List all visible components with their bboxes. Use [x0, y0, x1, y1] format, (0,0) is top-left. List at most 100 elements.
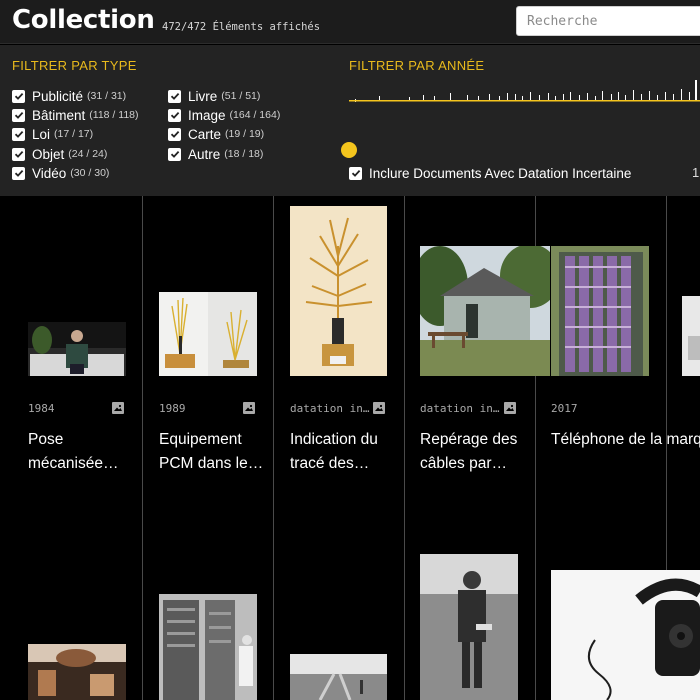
card-date: 1989	[159, 402, 186, 415]
top-bar: Collection 472/472 Éléments affichés	[0, 0, 700, 44]
filter-type-batiment[interactable]: Bâtiment (118 / 118)	[12, 107, 139, 123]
histogram-graphic	[349, 80, 700, 102]
card-title-line: Repérage des	[420, 431, 518, 448]
image-icon	[373, 402, 385, 414]
filter-type-label: Carte	[188, 126, 222, 142]
filter-type-label: Loi	[32, 126, 51, 142]
card-thumbnail[interactable]	[420, 246, 550, 376]
card-date: datation in…	[290, 402, 370, 415]
filter-type-objet[interactable]: Objet (24 / 24)	[12, 146, 107, 162]
year-filter-heading: FILTRER PAR ANNÉE	[349, 58, 485, 73]
card-thumbnail[interactable]	[290, 654, 387, 700]
card-date: 2017	[551, 402, 578, 415]
filter-type-count: (18 / 18)	[224, 148, 264, 160]
filter-type-image[interactable]: Image (164 / 164)	[168, 107, 280, 123]
year-range-end: 1	[692, 165, 700, 180]
image-icon	[112, 402, 124, 414]
thumbnail-image	[28, 322, 126, 376]
checkbox[interactable]	[349, 166, 362, 180]
filter-type-video[interactable]: Vidéo (30 / 30)	[12, 165, 109, 181]
card-title-line: PCM dans le…	[159, 455, 264, 472]
card-thumbnail[interactable]	[28, 322, 126, 376]
checkbox[interactable]	[168, 147, 181, 161]
checkbox[interactable]	[12, 166, 25, 180]
year-range-handle[interactable]	[341, 142, 357, 158]
check-icon	[14, 111, 23, 119]
card-title[interactable]: Pose mécanisée…	[28, 428, 146, 476]
thumbnail-image	[290, 206, 387, 376]
card-thumbnail[interactable]	[551, 246, 649, 376]
card-thumbnail[interactable]	[159, 292, 257, 376]
checkbox[interactable]	[12, 127, 25, 141]
card-date: datation in…	[420, 402, 500, 415]
checkbox[interactable]	[168, 127, 181, 141]
card-title-line: tracé des…	[290, 455, 370, 472]
checkbox[interactable]	[12, 108, 25, 122]
thumbnail-image	[420, 554, 518, 700]
filter-type-publicite[interactable]: Publicité (31 / 31)	[12, 88, 126, 104]
thumbnail-image	[28, 644, 126, 700]
check-icon	[14, 92, 23, 100]
filter-type-label: Livre	[188, 88, 218, 104]
card-title-line: Indication du	[290, 431, 378, 448]
card-thumbnail[interactable]	[159, 594, 257, 700]
card-date: 1984	[28, 402, 55, 415]
card-title-line: Equipement	[159, 431, 242, 448]
card-title[interactable]: Téléphone de la marque	[551, 428, 700, 452]
filter-type-count: (19 / 19)	[225, 128, 265, 140]
type-filter-heading: FILTRER PAR TYPE	[12, 58, 137, 73]
checkbox[interactable]	[168, 89, 181, 103]
card-title-line: Téléphone de la marque	[551, 431, 700, 448]
check-icon	[170, 92, 179, 100]
thumbnail-image	[551, 246, 649, 376]
filter-type-loi[interactable]: Loi (17 / 17)	[12, 126, 93, 142]
filter-type-label: Objet	[32, 146, 65, 162]
checkbox[interactable]	[12, 147, 25, 161]
card-thumbnail[interactable]	[551, 570, 700, 700]
thumbnail-image	[682, 296, 700, 376]
card-title[interactable]: Indication du tracé des…	[290, 428, 408, 476]
image-icon	[504, 402, 516, 414]
card-title-line: mécanisée…	[28, 455, 119, 472]
collection-grid: 1984 Pose mécanisée… 1989 Equipement PCM…	[0, 196, 700, 700]
card-title-line: Pose	[28, 431, 64, 448]
filter-type-count: (118 / 118)	[89, 109, 139, 121]
card-thumbnail[interactable]	[420, 554, 518, 700]
card-title-line: câbles par…	[420, 455, 508, 472]
thumbnail-image	[551, 570, 700, 700]
filter-type-count: (31 / 31)	[87, 90, 127, 102]
card-thumbnail[interactable]	[28, 644, 126, 700]
checkbox[interactable]	[12, 89, 25, 103]
card-title[interactable]: Equipement PCM dans le…	[159, 428, 277, 476]
thumbnail-image	[159, 292, 257, 376]
year-histogram[interactable]	[349, 80, 700, 110]
check-icon	[170, 111, 179, 119]
checkbox[interactable]	[168, 108, 181, 122]
card-thumbnail[interactable]	[682, 296, 700, 376]
thumbnail-image	[420, 246, 550, 376]
filter-type-count: (164 / 164)	[229, 109, 281, 121]
results-count: 472/472 Éléments affichés	[162, 21, 321, 33]
card-thumbnail[interactable]	[290, 206, 387, 376]
filter-type-count: (51 / 51)	[221, 90, 261, 102]
filter-type-label: Image	[188, 107, 226, 123]
check-icon	[14, 130, 23, 138]
filter-type-count: (17 / 17)	[54, 128, 94, 140]
image-icon	[243, 402, 255, 414]
filter-type-livre[interactable]: Livre (51 / 51)	[168, 88, 260, 104]
card-title[interactable]: Repérage des câbles par…	[420, 428, 538, 476]
check-icon	[170, 150, 179, 158]
filter-type-label: Publicité	[32, 88, 84, 104]
filter-type-carte[interactable]: Carte (19 / 19)	[168, 126, 264, 142]
filter-uncertain-dates[interactable]: Inclure Documents Avec Datation Incertai…	[349, 165, 631, 181]
check-icon	[14, 169, 23, 177]
search-input[interactable]	[516, 6, 700, 36]
thumbnail-image	[159, 594, 257, 700]
check-icon	[170, 130, 179, 138]
uncertain-dates-label: Inclure Documents Avec Datation Incertai…	[369, 165, 632, 181]
filter-type-autre[interactable]: Autre (18 / 18)	[168, 146, 263, 162]
filter-type-count: (30 / 30)	[70, 167, 110, 179]
check-icon	[351, 169, 360, 177]
filter-type-count: (24 / 24)	[68, 148, 108, 160]
check-icon	[14, 150, 23, 158]
